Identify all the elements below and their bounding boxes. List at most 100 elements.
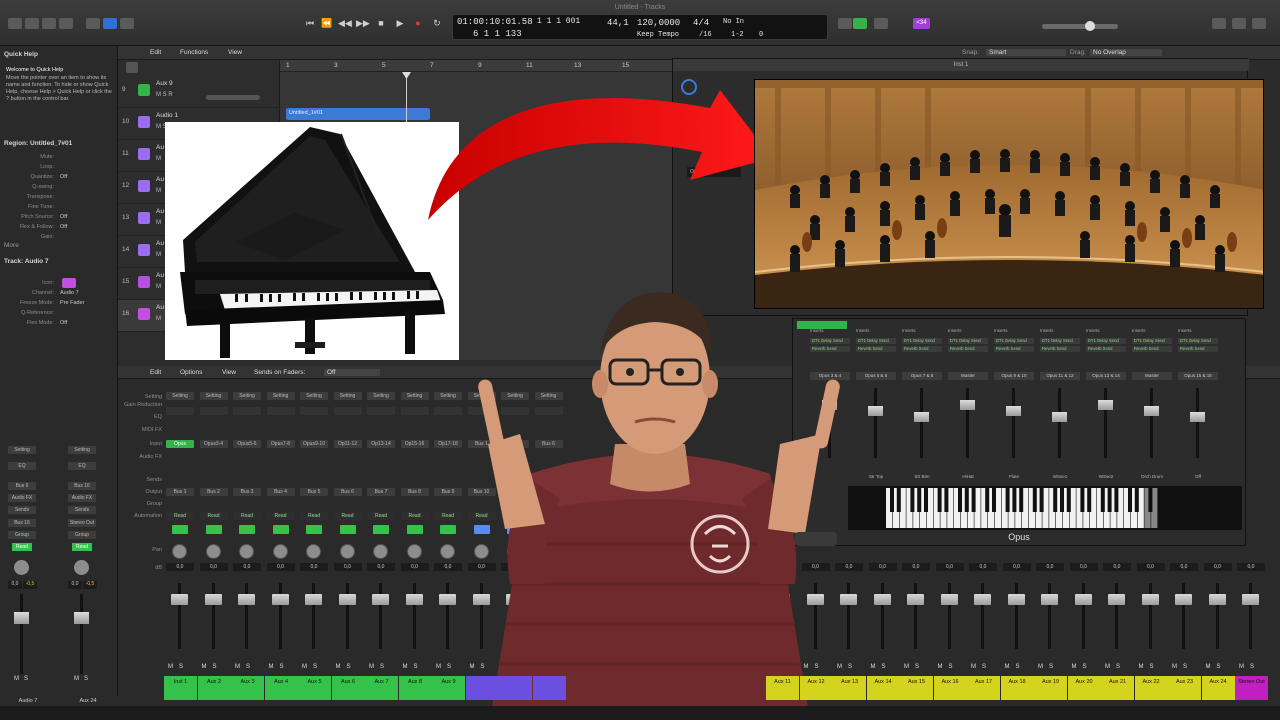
audio-region[interactable]: Untitled_1#01 [286, 108, 430, 120]
drag-select[interactable]: No Overlap [1090, 49, 1162, 56]
strip-output[interactable]: Bus 16 [8, 519, 36, 527]
opus-fader-cap[interactable] [1190, 412, 1205, 422]
track-name[interactable]: Audio 1 [156, 112, 178, 119]
track-param-row[interactable]: Channel: Audio 7 [0, 290, 110, 299]
black-key[interactable] [1107, 488, 1112, 512]
strip-group[interactable]: Group [68, 531, 96, 539]
master-volume-knob[interactable] [1085, 21, 1095, 31]
channel-name-label[interactable]: Inst 1 [164, 676, 197, 700]
aux-name-label[interactable]: Aux 12 [799, 676, 833, 700]
aux-name-label[interactable]: Aux 16 [933, 676, 967, 700]
aux-mute-solo[interactable]: MS [1005, 664, 1026, 670]
black-key[interactable] [1134, 488, 1139, 512]
strip-mute-solo[interactable]: MS [168, 664, 189, 670]
strip-pan-knob[interactable] [339, 544, 355, 559]
strip-input-slot[interactable]: Opus [166, 440, 194, 448]
strip-mute-solo[interactable]: MS [369, 664, 390, 670]
track-color-icon[interactable] [138, 308, 150, 320]
fast-forward-icon[interactable]: ▶▶ [356, 17, 370, 29]
channel-name-label[interactable]: Aux 7 [365, 676, 398, 700]
opus-fx-slot[interactable]: DT1 Delay Send [1086, 338, 1126, 344]
strip-automation-icon[interactable] [205, 525, 222, 534]
opus-fx-slot[interactable]: DT1 Delay Send [1132, 338, 1172, 344]
strip-output-slot[interactable]: Bus 3 [233, 488, 261, 496]
aux-name-label[interactable]: Aux 24 [1201, 676, 1235, 700]
play-icon[interactable]: ▶ [394, 17, 406, 29]
opus-fx-slot[interactable]: Reverb Send [902, 346, 942, 352]
strip-input-slot[interactable]: Op15-16 [400, 440, 429, 448]
opus-output-slot[interactable]: Opus 13 & 14 [1086, 372, 1126, 380]
strip-eq-slot[interactable] [199, 407, 228, 415]
opus-fx-slot[interactable]: Reverb Send [1132, 346, 1172, 352]
strip-mute-solo[interactable]: MS [202, 664, 223, 670]
aux-name-label[interactable]: Aux 13 [833, 676, 866, 700]
black-key[interactable] [1019, 488, 1024, 512]
master-volume-slider[interactable] [1042, 24, 1118, 29]
aux-mute-solo[interactable]: MS [1172, 664, 1193, 670]
track-name[interactable]: Au [156, 176, 164, 183]
track-color-icon[interactable] [138, 180, 150, 192]
aux-fader-cap[interactable] [1007, 594, 1025, 605]
channel-name-label[interactable] [499, 676, 532, 700]
black-key[interactable] [917, 488, 922, 512]
strip-setting-button[interactable]: Setting [166, 392, 194, 400]
aux-name-label[interactable]: Aux 23 [1168, 676, 1201, 700]
black-key[interactable] [924, 488, 928, 512]
aux-name-label[interactable]: Aux 18 [1000, 676, 1034, 700]
strip-automation-mode[interactable]: Read [333, 512, 362, 520]
track-color-icon[interactable] [138, 116, 150, 128]
opus-fx-slot[interactable]: Reverb Send [994, 346, 1034, 352]
stop-icon[interactable]: ■ [375, 17, 387, 29]
aux-fader-cap[interactable] [873, 594, 891, 605]
snap-select[interactable]: Smart [986, 49, 1066, 56]
notepad-button[interactable] [1232, 18, 1246, 29]
region-param-row[interactable]: Flex & Follow: Off [0, 224, 110, 233]
strip-fader-cap[interactable] [305, 594, 322, 605]
opus-fx-slot[interactable]: Reverb Send [1086, 346, 1126, 352]
strip-input-slot[interactable]: Opus3-4 [199, 440, 228, 448]
volume-slider[interactable] [206, 95, 260, 100]
tuner-button[interactable] [838, 18, 852, 29]
strip-pan-knob[interactable] [306, 544, 321, 559]
edit-menu[interactable]: Edit [150, 49, 161, 56]
black-key[interactable] [1053, 488, 1058, 512]
black-key[interactable] [971, 488, 976, 512]
track-color-icon[interactable] [138, 84, 150, 96]
strip-setting-button[interactable]: Setting [300, 392, 328, 400]
aux-fader-cap[interactable] [1242, 594, 1259, 605]
aux-fader-cap[interactable] [974, 594, 991, 605]
strip-setting-button[interactable]: Setting [266, 392, 295, 400]
inspector-button[interactable] [25, 18, 39, 29]
strip-setting-button[interactable]: Setting [333, 392, 362, 400]
black-key[interactable] [1087, 488, 1092, 512]
aux-mute-solo[interactable]: MS [938, 664, 959, 670]
pan-knob[interactable] [14, 560, 29, 575]
aux-fader-cap[interactable] [1041, 594, 1058, 605]
strip-output-slot[interactable]: Bus 7 [367, 488, 395, 496]
mixer-view-menu[interactable]: View [222, 369, 236, 376]
black-key[interactable] [1100, 488, 1105, 512]
region-param-row[interactable]: Pitch Source: Off [0, 214, 110, 223]
region-param-row[interactable]: Loop: [0, 164, 110, 173]
track-mute-solo[interactable]: M [156, 156, 161, 162]
count-in-button[interactable] [874, 18, 888, 29]
region-param-row[interactable]: Fine Tune: [0, 204, 110, 213]
strip-automation-icon[interactable] [406, 525, 423, 534]
fast-rewind-icon[interactable]: ◀◀ [338, 17, 352, 29]
strip-eq-slot[interactable] [266, 407, 295, 415]
opus-output-slot[interactable]: Opus 5 & 6 [856, 372, 896, 380]
track-param-row[interactable]: Flex Mode: Off [0, 320, 110, 329]
strip-output-slot[interactable]: Bus 2 [199, 488, 228, 496]
black-key[interactable] [1066, 488, 1071, 512]
strip-input-slot[interactable]: Op13-14 [367, 440, 395, 448]
opus-fader-cap[interactable] [868, 406, 883, 416]
metronome-button[interactable] [853, 18, 867, 29]
aux-mute-solo[interactable]: MS [1139, 664, 1160, 670]
strip-eq-slot[interactable] [333, 407, 362, 415]
pan-knob[interactable] [74, 560, 89, 575]
channel-name-label[interactable]: Aux 6 [331, 676, 365, 700]
track-color-icon[interactable] [138, 276, 150, 288]
mixer-button[interactable] [103, 18, 117, 29]
black-key[interactable] [896, 488, 901, 512]
strip-sends[interactable]: Sends [8, 506, 36, 514]
